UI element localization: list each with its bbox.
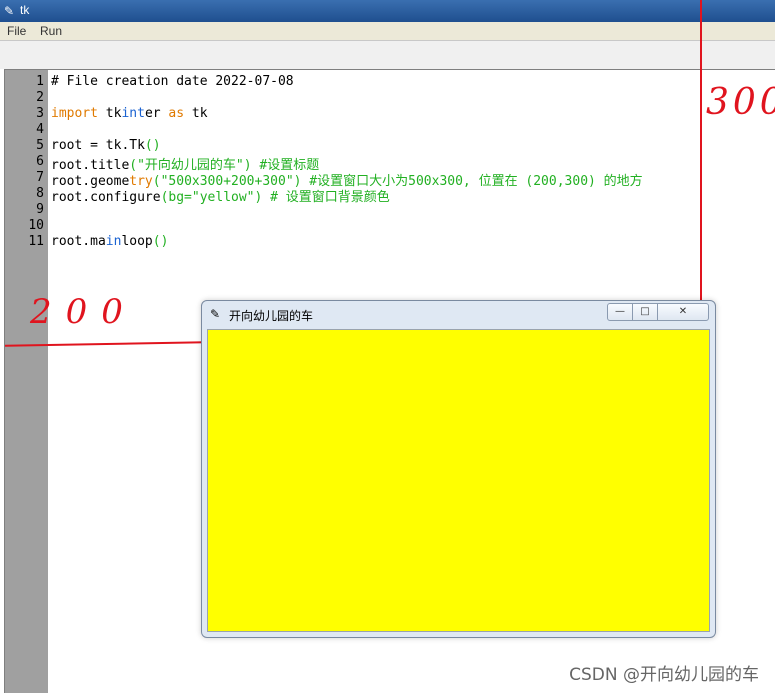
line-number: 3 [36,106,44,121]
menu-file[interactable]: File [7,24,26,38]
tk-window-title-bar[interactable]: ✎ 开向幼儿园的车 — □ ✕ [202,301,715,327]
close-button[interactable]: ✕ [657,303,709,321]
code-line: import tkinter as tk [51,106,208,121]
code-token: root = tk.Tk [51,138,145,153]
annotation-top-label: 300 [706,82,775,123]
line-number-gutter: 1 2 3 4 5 6 7 8 9 10 11 [5,70,48,693]
menu-bar: File Run [0,22,775,41]
outer-title-bar: ✎ tk [0,0,775,22]
code-token: () [144,138,161,153]
line-number: 7 [36,170,44,185]
watermark: CSDN @开向幼儿园的车 [569,665,759,685]
line-number: 11 [28,234,44,249]
code-line: # File creation date 2022-07-08 [51,74,294,89]
line-number: 4 [36,122,44,137]
line-number: 8 [36,186,44,201]
code-line: root.mainloop() [51,234,168,249]
outer-window-title: tk [20,3,30,17]
menu-run[interactable]: Run [40,24,62,38]
code-line: root = tk.Tk() [51,138,161,153]
code-token: root.ma [51,234,106,249]
line-number: 6 [36,154,44,169]
toolbar-strip [0,41,775,69]
minimize-button[interactable]: — [607,303,633,321]
line-number: 5 [36,138,44,153]
code-token: () [152,234,169,249]
code-token: tk [97,106,122,121]
code-token: tk [184,106,208,121]
code-token: er [144,106,169,121]
code-token: loop [121,234,153,249]
code-token: as [168,106,185,121]
line-number: 9 [36,202,44,217]
code-token: root.configure [51,190,161,205]
tk-window-title: 开向幼儿园的车 [229,309,314,323]
line-number: 2 [36,90,44,105]
code-token: import [51,106,98,121]
line-number: 10 [28,218,44,233]
code-token: (bg="yellow") [160,190,263,205]
feather-icon: ✎ [210,307,221,321]
maximize-button[interactable]: □ [632,303,658,321]
feather-icon: ✎ [4,4,15,18]
code-token: int [121,106,145,121]
code-token: in [105,234,122,249]
tk-window[interactable]: ✎ 开向幼儿园的车 — □ ✕ [201,300,716,638]
code-token: # File creation date 2022-07-08 [51,74,294,89]
line-number: 1 [36,74,44,89]
code-token: # 设置窗口背景颜色 [262,190,390,205]
code-line: root.configure(bg="yellow") # 设置窗口背景颜色 [51,186,390,205]
annotation-left-label: 200 [30,292,137,332]
annotation-vertical-line [700,0,702,302]
tk-window-yellow-background [207,329,710,632]
